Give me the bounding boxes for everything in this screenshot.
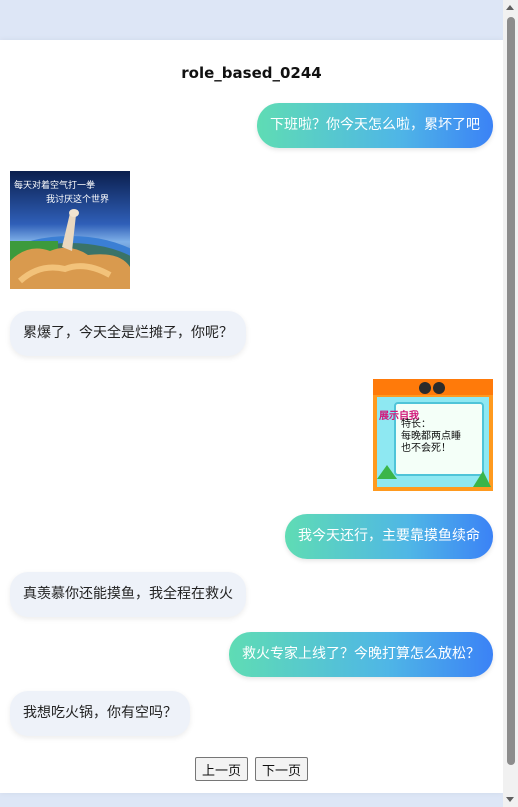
- meme-body-line3: 也不会死！: [401, 441, 451, 454]
- next-page-button[interactable]: 下一页: [255, 757, 309, 781]
- scroll-thumb[interactable]: [507, 17, 515, 765]
- chat-card: role_based_0244 下班啦？你今天怎么啦，累坏了吧 每天对着空气打一…: [0, 40, 503, 793]
- user-message-bubble: 救火专家上线了？今晚打算怎么放松？: [229, 632, 493, 677]
- meme-card-image: 展示自我 特长： 每晚都两点睡 也不会死！: [373, 379, 493, 491]
- assistant-message-bubble: 真羡慕你还能摸鱼，我全程在救火: [10, 572, 246, 617]
- scroll-up-arrow-icon[interactable]: [506, 5, 514, 10]
- user-message-bubble: 下班啦？你今天怎么啦，累坏了吧: [257, 103, 493, 148]
- assistant-message-bubble: 累爆了，今天全是烂摊子，你呢？: [10, 311, 246, 356]
- prev-page-button[interactable]: 上一页: [194, 757, 248, 781]
- meme-caption-bottom: 我讨厌这个世界: [46, 193, 109, 205]
- meme-body-line1: 特长：: [401, 418, 431, 430]
- page-title: role_based_0244: [181, 64, 322, 82]
- user-message-bubble: 我今天还行，主要靠摸鱼续命: [285, 514, 493, 559]
- vertical-scrollbar[interactable]: [503, 0, 518, 807]
- meme-body-line2: 每晚都两点睡: [401, 429, 461, 442]
- meme-caption-top: 每天对着空气打一拳: [14, 179, 95, 191]
- assistant-message-bubble: 我想吃火锅，你有空吗？: [10, 691, 190, 736]
- scroll-down-arrow-icon[interactable]: [506, 797, 514, 802]
- cat-meme-image: 每天对着空气打一拳 我讨厌这个世界: [10, 171, 130, 289]
- pagination: 上一页 下一页: [0, 757, 503, 781]
